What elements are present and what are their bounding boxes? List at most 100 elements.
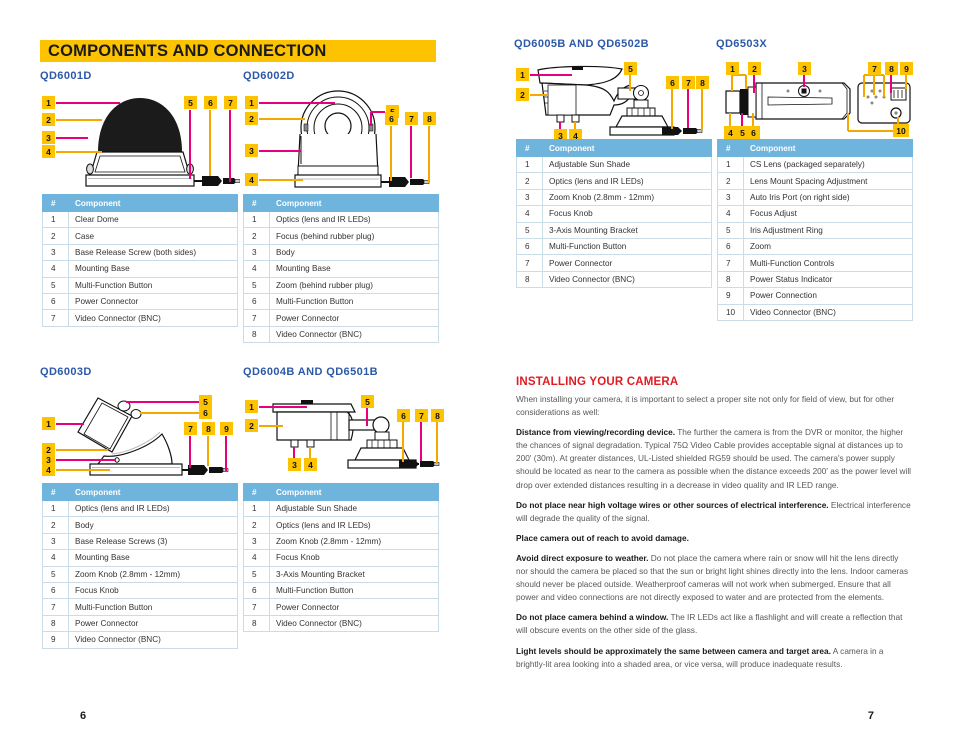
model-heading-qd6004b: QD6004B AND QD6501B [243, 366, 378, 378]
cell-number: 8 [243, 325, 270, 344]
page-number-right: 7 [867, 710, 874, 722]
cell-component: Power Connector [542, 254, 712, 272]
cell-component: 3-Axis Mounting Bracket [542, 221, 712, 239]
cell-component: Zoom [743, 237, 913, 256]
component-table-qd6004b: # Component 1 Adjustable Sun Shade 2 Optics… [243, 483, 439, 633]
paragraph-lead: Light levels should be approximately the… [516, 645, 831, 656]
callout-badge-6: 6 [385, 112, 398, 125]
cell-component: Power Status Indicator [743, 270, 913, 289]
table-row: 7 Power Connector [243, 598, 439, 616]
installing-paragraph: Do not place near high voltage wires or … [516, 499, 911, 523]
cell-component: Focus (behind rubber plug) [269, 227, 439, 245]
paragraph-lead: Avoid direct exposure to weather. [516, 552, 649, 563]
callout-badge-6: 6 [666, 76, 679, 89]
cell-number: 1 [42, 210, 69, 229]
table-row: 8 Video Connector (BNC) [243, 325, 439, 344]
cell-component: Focus Knob [68, 581, 238, 600]
table-row: 5 3-Axis Mounting Bracket [516, 221, 712, 239]
cell-number: 8 [42, 614, 69, 633]
table-row: 6 Multi-Function Button [243, 292, 439, 311]
paragraph-lead: Do not place camera behind a window. [516, 612, 669, 623]
cell-number: 9 [717, 287, 744, 305]
table-row: 6 Focus Knob [42, 581, 238, 600]
table-header-row: # Component [243, 483, 439, 501]
callout-badge-3: 3 [288, 458, 301, 471]
cell-component: Focus Knob [542, 205, 712, 223]
table-row: 10 Video Connector (BNC) [717, 303, 913, 321]
camera-diagram-qd6503x: 1 2 3 4 5 6 7 8 9 10 [716, 53, 914, 139]
col-header-component: Component [68, 194, 238, 212]
diagram-block-qd6005b: QD6005B AND QD6502B [514, 38, 649, 50]
cell-component: Multi-Function Button [68, 598, 238, 616]
callout-badge-8: 8 [431, 409, 444, 422]
callout-badge-2: 2 [748, 62, 761, 75]
table-header-row: # Component [243, 194, 439, 212]
callout-badge-2: 2 [245, 112, 258, 125]
intro-paragraph: When installing your camera, it is impor… [516, 394, 895, 418]
cell-component: Zoom Knob (2.8mm - 12mm) [542, 188, 712, 207]
left-page-column: COMPONENTS AND CONNECTION QD6001D 1 2 3 … [40, 0, 480, 738]
cell-number: 2 [243, 516, 270, 534]
cell-number: 5 [243, 565, 270, 583]
cell-component: Power Connector [269, 598, 439, 616]
model-heading-qd6002d: QD6002D [243, 70, 295, 82]
table-row: 1 Optics (lens and IR LEDs) [243, 210, 439, 229]
cell-component: Power Connector [269, 309, 439, 327]
table-row: 4 Focus Knob [243, 549, 439, 567]
cell-number: 7 [243, 598, 270, 616]
component-table-qd6503x: # Component 1 CS Lens (packaged separatel… [717, 139, 913, 321]
table-row: 1 Adjustable Sun Shade [516, 155, 712, 174]
cell-number: 7 [243, 309, 270, 327]
paragraph-lead: Place camera out of reach to avoid damag… [516, 532, 689, 543]
cell-number: 6 [42, 581, 69, 600]
component-table-qd6003d: # Component 1 Optics (lens and IR LEDs) 2 B… [42, 483, 238, 649]
table-row: 9 Power Connection [717, 287, 913, 305]
table-row: 5 Iris Adjustment Ring [717, 221, 913, 239]
cell-component: Video Connector (BNC) [743, 303, 913, 321]
cell-component: Power Connector [68, 292, 238, 311]
cell-number: 4 [243, 260, 270, 278]
callout-badge-7: 7 [184, 422, 197, 435]
cell-number: 6 [42, 292, 69, 311]
cell-component: Multi-Function Button [542, 237, 712, 256]
section-title-bar: COMPONENTS AND CONNECTION [40, 40, 436, 62]
cell-component: Body [269, 243, 439, 262]
component-table-qd6002d: # Component 1 Optics (lens and IR LEDs) 2 F… [243, 194, 439, 344]
table-row: 8 Power Connector [42, 614, 238, 633]
cell-component: Base Release Screws (3) [68, 532, 238, 551]
cell-component: Video Connector (BNC) [269, 614, 439, 633]
table-row: 1 Adjustable Sun Shade [243, 499, 439, 518]
callout-badge-4: 4 [42, 463, 55, 476]
table-row: 7 Multi-Function Button [42, 598, 238, 616]
table-row: 2 Focus (behind rubber plug) [243, 227, 439, 245]
cell-component: Case [68, 227, 238, 245]
installing-paragraph: Light levels should be approximately the… [516, 645, 884, 669]
callout-badge-3: 3 [798, 62, 811, 75]
cell-number: 3 [516, 188, 543, 207]
table-row: 8 Video Connector (BNC) [516, 270, 712, 289]
table-row: 4 Mounting Base [42, 260, 238, 278]
cell-component: Mounting Base [68, 549, 238, 567]
callout-badge-1: 1 [42, 96, 55, 109]
camera-diagram-qd6005b: 1 2 3 4 5 6 7 8 [514, 53, 714, 142]
cell-component: Mounting Base [68, 260, 238, 278]
cell-number: 3 [42, 532, 69, 551]
callout-badge-9: 9 [220, 422, 233, 435]
cell-component: Focus Knob [269, 549, 439, 567]
cell-number: 1 [42, 499, 69, 518]
paragraph-lead: Do not place near high voltage wires or … [516, 499, 829, 510]
cell-component: Multi-Function Button [269, 581, 439, 600]
camera-diagram-qd6002d: 1 2 3 4 5 6 7 8 [243, 86, 443, 196]
table-row: 4 Mounting Base [42, 549, 238, 567]
table-header-row: # Component [42, 483, 238, 501]
table-row: 5 Zoom (behind rubber plug) [243, 276, 439, 294]
diagram-block-qd6003d: QD6003D [40, 366, 92, 378]
callout-badge-1: 1 [726, 62, 739, 75]
cell-number: 5 [42, 276, 69, 294]
callout-badge-8: 8 [202, 422, 215, 435]
callout-badge-1: 1 [516, 68, 529, 81]
callout-badge-7: 7 [405, 112, 418, 125]
model-heading-qd6005b: QD6005B AND QD6502B [514, 38, 649, 50]
cell-component: Mounting Base [269, 260, 439, 278]
installing-paragraph: Place camera out of reach to avoid damag… [516, 532, 912, 545]
